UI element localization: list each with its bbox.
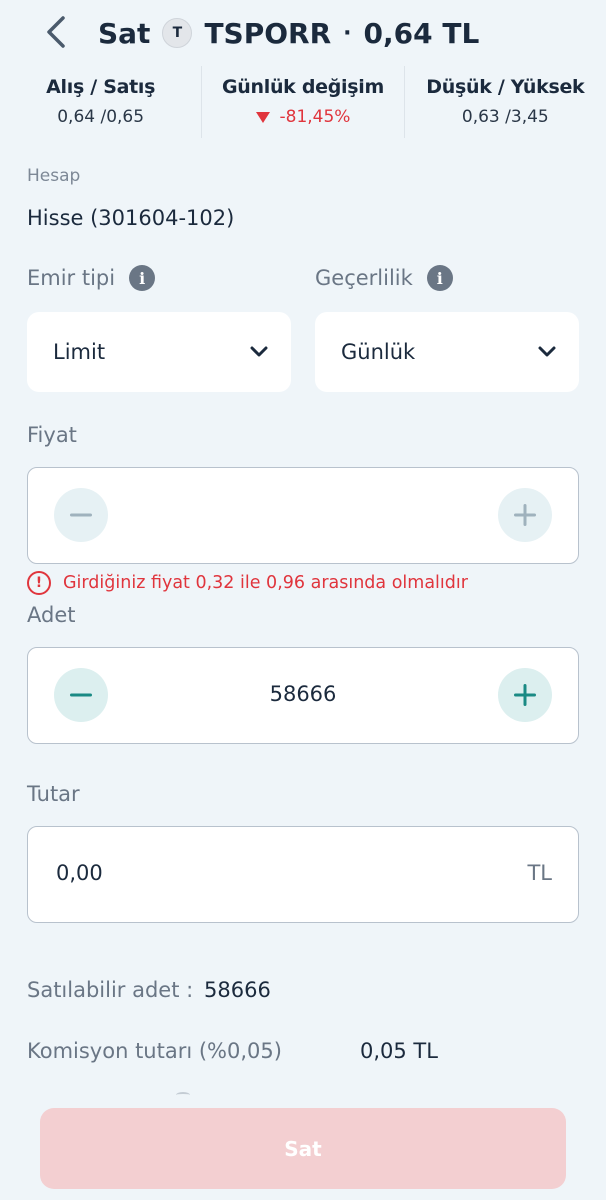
order-type-select[interactable]: Limit	[27, 312, 291, 392]
sellable-value: 58666	[204, 978, 271, 1002]
stat-value: -81,45%	[279, 107, 351, 127]
order-type-label: Emir tipi	[27, 266, 116, 290]
stat-value: 0,63 /3,45	[461, 107, 549, 127]
price-error-text: Girdiğiniz fiyat 0,32 ile 0,96 arasında …	[63, 573, 468, 593]
quantity-value: 58666	[269, 682, 337, 706]
minus-icon	[70, 513, 92, 517]
low-high-stat: Düşük / Yüksek 0,63 /3,45	[403, 66, 606, 138]
page-title: Sat T TSPORR · 0,64 TL	[98, 14, 479, 52]
validity-label: Geçerlilik	[315, 266, 413, 290]
current-price: 0,64 TL	[363, 16, 480, 50]
stat-label: Günlük değişim	[222, 76, 384, 98]
bid-ask-stat: Alış / Satış 0,64 /0,65	[0, 66, 201, 138]
amount-label: Tutar	[27, 782, 80, 806]
info-icon[interactable]: i	[426, 265, 453, 291]
ticker-symbol: TSPORR	[204, 16, 332, 50]
error-icon: !	[27, 571, 51, 595]
amount-unit: TL	[527, 861, 552, 885]
chevron-left-icon	[47, 16, 65, 48]
validity-value: Günlük	[341, 340, 416, 364]
commission-label: Komisyon tutarı (%0,05)	[27, 1039, 282, 1063]
sell-button-label: Sat	[284, 1136, 322, 1161]
down-arrow-icon	[255, 111, 270, 123]
price-label: Fiyat	[27, 423, 77, 447]
commission-value: 0,05 TL	[360, 1039, 438, 1063]
stat-value: 0,64 /0,65	[57, 107, 145, 127]
stat-label: Alış / Satış	[46, 76, 156, 98]
price-error: ! Girdiğiniz fiyat 0,32 ile 0,96 arasınd…	[27, 571, 468, 595]
validity-select[interactable]: Günlük	[315, 312, 579, 392]
chevron-down-icon	[538, 346, 556, 357]
quantity-increment-button[interactable]	[498, 668, 552, 722]
ticker-logo: T	[162, 18, 193, 48]
plus-icon	[514, 684, 536, 706]
account-label: Hesap	[27, 166, 81, 186]
header: Sat T TSPORR · 0,64 TL	[0, 0, 606, 66]
price-decrement-button[interactable]	[54, 488, 108, 542]
amount-value: 0,00	[56, 861, 103, 885]
quantity-label: Adet	[27, 603, 76, 627]
order-side: Sat	[98, 16, 151, 50]
quantity-input[interactable]: 58666	[27, 647, 579, 744]
order-type-value: Limit	[53, 340, 106, 364]
price-increment-button[interactable]	[498, 488, 552, 542]
price-stats: Alış / Satış 0,64 /0,65 Günlük değişim -…	[0, 66, 606, 138]
title-separator: ·	[343, 20, 352, 46]
price-input[interactable]	[27, 467, 579, 564]
order-type-label-row: Emir tipi i	[27, 265, 156, 291]
stat-label: Düşük / Yüksek	[426, 76, 585, 98]
back-button[interactable]	[36, 12, 76, 52]
plus-icon	[514, 504, 536, 526]
stat-value-wrapper: -81,45%	[255, 107, 351, 127]
sellable-label: Satılabilir adet :	[27, 978, 194, 1002]
validity-label-row: Geçerlilik i	[315, 265, 453, 291]
partial-content-indicator	[176, 1092, 190, 1098]
account-value[interactable]: Hisse (301604-102)	[27, 206, 234, 230]
chevron-down-icon	[250, 346, 268, 357]
info-icon[interactable]: i	[129, 265, 156, 291]
sell-button[interactable]: Sat	[40, 1108, 566, 1189]
amount-input[interactable]: 0,00 TL	[27, 826, 579, 923]
daily-change-stat: Günlük değişim -81,45%	[201, 66, 403, 138]
